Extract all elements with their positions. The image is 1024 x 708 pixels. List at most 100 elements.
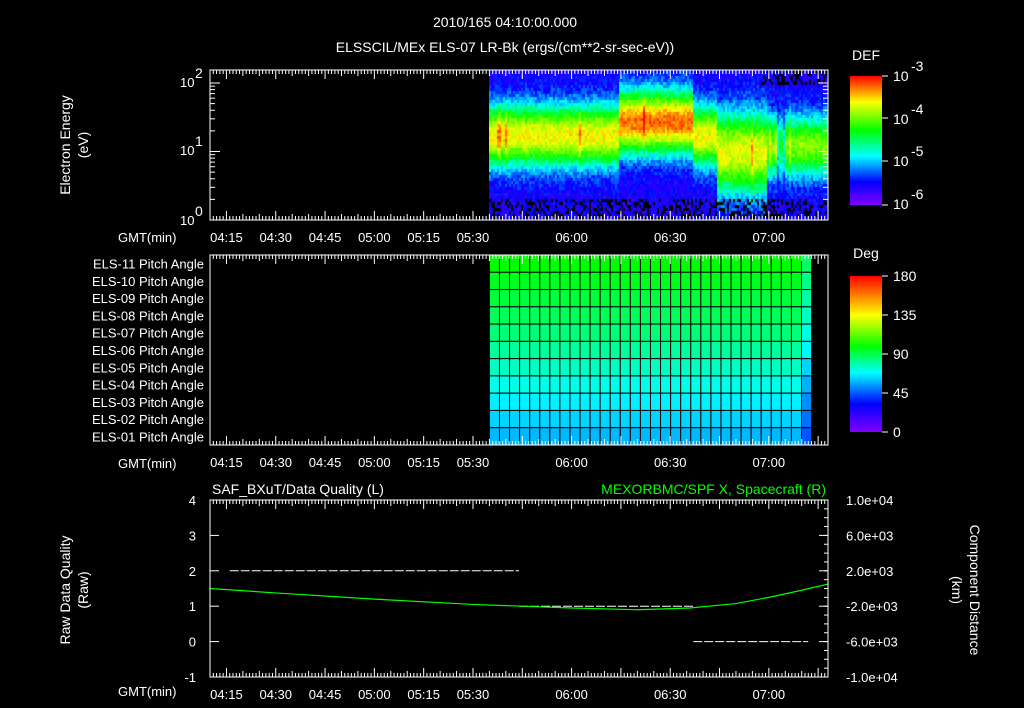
pitch-cell [589,340,601,360]
pitch-cell [750,271,762,291]
pitch-cell [629,427,641,446]
pitch-cell [498,306,511,325]
ytick-exp: 1 [195,133,203,149]
x-tick-label: 06:30 [654,230,687,245]
pitch-cell [710,271,722,291]
pitch-cell [720,306,732,325]
pitch-cell [720,289,732,308]
pitch-cell [670,358,682,377]
pitch-cell [509,289,521,308]
pitch-cell [539,323,551,342]
pitch-cell [700,375,712,394]
spf-x-line [209,583,829,611]
pitch-cell [649,375,662,394]
pitch-cell [519,306,531,325]
pitch-cell [599,323,611,342]
colorbar2-label: Deg [853,245,879,261]
pitch-cell [670,340,682,360]
pitch-cell [549,409,561,429]
pitch-cell [639,289,651,308]
pitch-cell [519,254,531,273]
pitch-cell [589,358,601,377]
y-tick-label-right: 2.0e+03 [846,564,893,579]
pitch-cell [488,271,500,291]
pitch-cell [569,289,581,308]
pitch-cell [559,306,571,325]
pitch-cell [599,375,611,394]
pitch-cell [649,427,662,446]
pitch-cell [690,392,702,411]
pitch-cell [619,375,631,394]
pitch-cell [710,340,722,360]
x-tick-label: 04:45 [309,230,342,245]
pitch-cell [680,271,692,291]
pitch-cell [488,358,500,377]
pitch-cell [529,375,541,394]
pitch-cell [549,375,561,394]
cbar-exp: -6 [911,186,924,202]
pitch-cell [660,375,672,394]
x-tick-label: 05:30 [457,687,490,702]
pitch-cell [760,306,772,325]
pitch-cell [750,375,762,394]
pitch-cell [740,392,752,411]
panel3-left-title: SAF_BXuT/Data Quality (L) [212,481,384,497]
pitch-cell [639,323,651,342]
pitch-cell [740,271,752,291]
pitch-cell [780,323,792,342]
pitch-cell [790,409,802,429]
pitch-cell [710,392,722,411]
pitch-cell [720,375,732,394]
pitch-cell [539,271,551,291]
pitch-cell [549,340,561,360]
pitch-angle-grid [488,254,813,446]
pitch-cell [760,289,772,308]
pitch-cell [660,409,672,429]
pitch-cell [629,409,641,429]
pitch-cell [770,306,782,325]
pitch-cell [639,375,651,394]
ytick-label: 10 [180,75,194,90]
pitch-cell [599,358,611,377]
pitch-cell [670,409,682,429]
pitch-cell [800,306,813,325]
pitch-cell [599,289,611,308]
pitch-cell [488,375,500,394]
pitch-cell [639,254,651,273]
pitch-cell [488,323,500,342]
panel3-yticks: 4 3 2 1 0 -1 1.0e+04 6.0e+03 2.0e+03 -2.0e+03 -6.0… [184,493,897,685]
colorbar2-ticks: 180 135 90 45 0 [893,268,917,440]
pitch-cell [760,375,772,394]
pitch-cell [770,271,782,291]
pitch-cell [488,392,500,411]
y-tick-label-left: 4 [189,493,196,508]
pitch-cell [498,323,511,342]
pitch-cell [569,323,581,342]
pitch-cell [649,323,662,342]
pitch-cell [690,409,702,429]
pitch-cell [740,375,752,394]
pitch-cell [488,427,500,446]
pitch-cell [549,392,561,411]
pitch-cell [790,323,802,342]
x-tick-label: 04:15 [210,230,243,245]
pitch-cell [559,392,571,411]
pitch-cell [639,306,651,325]
pitch-cell [670,427,682,446]
pitch-cell [529,340,541,360]
pitch-cell [589,271,601,291]
pitch-cell [569,375,581,394]
x-tick-label: 05:15 [407,687,440,702]
pitch-cell [649,254,662,273]
pitch-cell [740,323,752,342]
pitch-cell [569,409,581,429]
ytick-label: 10 [180,213,194,228]
ytick-label: 10 [180,143,194,158]
pitch-row-label: ELS-07 Pitch Angle [92,326,204,341]
pitch-cell [619,340,631,360]
pitch-cell [569,392,581,411]
pitch-cell [680,254,692,273]
ytick-exp: 0 [195,203,203,219]
colorbar1-ticks: 10-3 10-4 10-5 10-6 [893,58,924,212]
pitch-cell [549,323,561,342]
